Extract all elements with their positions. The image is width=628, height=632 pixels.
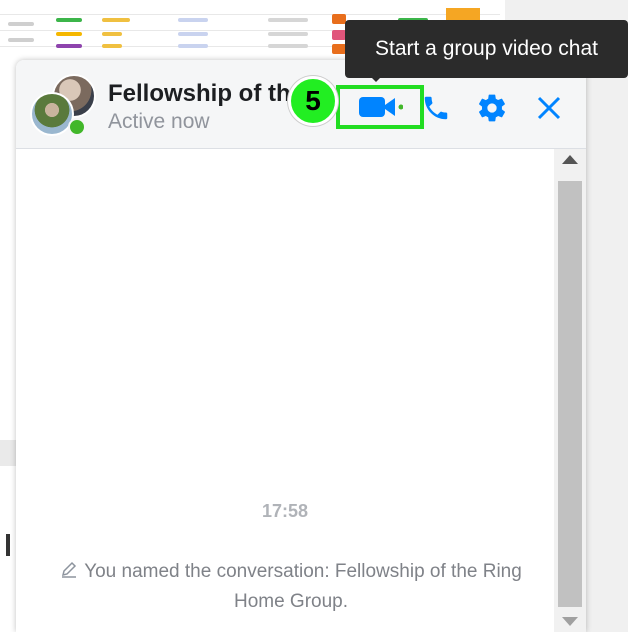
sheet-pill bbox=[56, 18, 82, 22]
sheet-pill bbox=[178, 44, 208, 48]
scroll-down-arrow-icon[interactable] bbox=[562, 617, 578, 626]
step-number-badge: 5 bbox=[288, 76, 338, 126]
video-camera-icon bbox=[359, 97, 403, 117]
video-call-button[interactable] bbox=[336, 85, 424, 129]
sheet-pill bbox=[8, 38, 34, 42]
sheet-pill bbox=[268, 18, 308, 22]
active-status: Active now bbox=[108, 110, 210, 133]
group-avatar[interactable] bbox=[30, 74, 96, 136]
sheet-pill bbox=[8, 22, 34, 26]
sheet-pill bbox=[268, 44, 308, 48]
video-chat-tooltip: Start a group video chat bbox=[345, 20, 628, 78]
sheet-pill bbox=[56, 44, 82, 48]
message-timestamp: 17:58 bbox=[261, 501, 309, 521]
presence-indicator bbox=[68, 118, 86, 136]
audio-call-button[interactable] bbox=[418, 88, 454, 128]
settings-button[interactable] bbox=[472, 88, 512, 128]
gear-icon bbox=[479, 94, 505, 122]
tooltip-arrow bbox=[368, 74, 384, 82]
sheet-pill bbox=[268, 32, 308, 36]
scrollbar-thumb[interactable] bbox=[558, 181, 582, 607]
background-text-fragment bbox=[0, 218, 16, 250]
background-bar bbox=[6, 534, 10, 556]
background-bar bbox=[0, 440, 16, 466]
scrollbar[interactable] bbox=[554, 149, 586, 632]
sheet-pill bbox=[178, 32, 208, 36]
sheet-row-line bbox=[0, 14, 500, 15]
sheet-dots bbox=[102, 18, 130, 22]
sheet-dots bbox=[102, 32, 122, 36]
close-icon bbox=[537, 96, 561, 120]
scroll-up-arrow-icon[interactable] bbox=[562, 155, 578, 164]
sheet-pill bbox=[56, 32, 82, 36]
chat-window: Fellowship of the Ring Home Group Active… bbox=[16, 60, 586, 632]
conversation-title[interactable]: Fellowship of the Ring Home Group bbox=[108, 80, 298, 108]
sheet-tag bbox=[332, 44, 346, 54]
system-message-text: You named the conversation: Fellowship o… bbox=[84, 561, 522, 612]
message-list[interactable]: 17:58 You named the conversation: Fellow… bbox=[16, 149, 554, 632]
pencil-icon bbox=[62, 561, 77, 578]
sheet-pill bbox=[178, 18, 208, 22]
sheet-tag bbox=[332, 14, 346, 24]
system-message: You named the conversation: Fellowship o… bbox=[46, 557, 536, 617]
sheet-dots bbox=[102, 44, 122, 48]
phone-icon bbox=[424, 96, 448, 120]
close-button[interactable] bbox=[530, 88, 568, 128]
sheet-tag bbox=[332, 30, 346, 40]
